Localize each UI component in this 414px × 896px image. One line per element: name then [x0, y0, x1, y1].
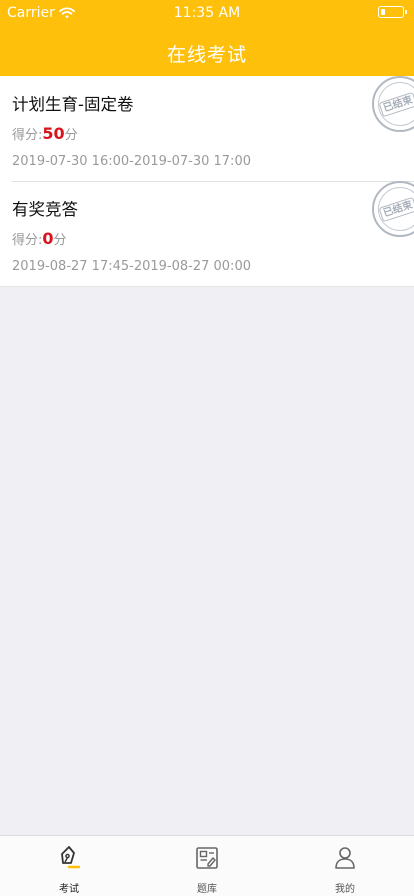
score-label: 得分: — [12, 233, 43, 248]
score-value: 0 — [42, 229, 54, 248]
battery-level — [380, 8, 385, 15]
person-icon — [333, 845, 357, 871]
question-bank-icon — [195, 845, 219, 871]
exam-time-range: 2019-07-30 16:00-2019-07-30 17:00 — [12, 154, 251, 169]
tab-label: 我的 — [335, 884, 355, 895]
score-value: 50 — [42, 124, 65, 143]
ended-stamp-icon: 已结束 — [372, 76, 414, 132]
tab-bar: 考试 题库 我的 — [0, 835, 414, 896]
exam-card[interactable]: 计划生育-固定卷 得分:50分 2019-07-30 16:00-2019-07… — [0, 76, 414, 181]
tab-label: 题库 — [197, 884, 217, 895]
tab-question-bank[interactable]: 题库 — [138, 836, 276, 896]
exam-time-range: 2019-08-27 17:45-2019-08-27 00:00 — [12, 259, 251, 274]
exam-list: 计划生育-固定卷 得分:50分 2019-07-30 16:00-2019-07… — [0, 76, 414, 287]
exam-score: 得分:0分 — [12, 229, 67, 248]
pen-icon — [57, 845, 81, 871]
score-label: 得分: — [12, 128, 43, 143]
status-bar: Carrier 11:35 AM — [0, 0, 414, 26]
exam-score: 得分:50分 — [12, 124, 78, 143]
tab-label: 考试 — [59, 884, 79, 895]
ended-stamp-icon: 已结束 — [372, 181, 414, 237]
exam-card[interactable]: 有奖竞答 得分:0分 2019-08-27 17:45-2019-08-27 0… — [0, 181, 414, 286]
status-time: 11:35 AM — [173, 5, 241, 21]
score-unit: 分 — [64, 128, 78, 143]
battery-icon — [378, 6, 407, 18]
tab-exam[interactable]: 考试 — [0, 836, 138, 896]
tab-mine[interactable]: 我的 — [276, 836, 414, 896]
app-header: Carrier 11:35 AM 在线考试 — [0, 0, 414, 76]
score-unit: 分 — [53, 233, 67, 248]
exam-title: 计划生育-固定卷 — [12, 95, 134, 114]
page-title: 在线考试 — [166, 44, 247, 66]
exam-title: 有奖竞答 — [12, 200, 78, 219]
